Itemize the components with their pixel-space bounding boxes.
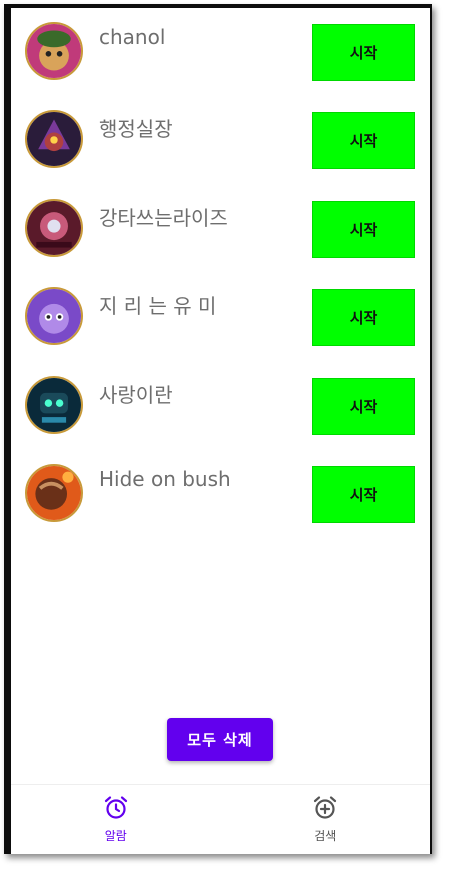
alarm-clock-icon [104,796,127,819]
avatar-image-icon [27,112,81,166]
avatar-image-icon [27,289,81,343]
summoner-name: 강타쓰는라이즈 [99,206,228,230]
bottom-navigation: 알람 검색 [11,784,430,854]
delete-all-button[interactable]: 모두 삭제 [167,718,273,761]
list-item: 사랑이란 시작 [11,362,430,435]
profile-avatar [25,287,83,345]
list-item: 지 리 는 유 미 시작 [11,273,430,346]
start-button[interactable]: 시작 [312,201,415,258]
summoner-name: 지 리 는 유 미 [99,294,217,318]
start-button[interactable]: 시작 [312,112,415,169]
list-item: 행정실장 시작 [11,96,430,169]
avatar-image-icon [27,24,81,78]
avatar-image-icon [27,466,81,520]
profile-avatar [25,376,83,434]
summoner-name: 사랑이란 [99,383,173,407]
start-button[interactable]: 시작 [312,466,415,523]
nav-label: 알람 [104,829,127,843]
list-item: 강타쓰는라이즈 시작 [11,185,430,258]
nav-label: 검색 [314,829,337,843]
add-alarm-icon [314,796,337,819]
profile-avatar [25,464,83,522]
profile-avatar [25,199,83,257]
app-screen: chanol 시작 행정실장 시작 강타쓰는라이즈 시작 지 리 는 유 미 시… [11,8,430,854]
profile-avatar [25,22,83,80]
nav-tab-alarm[interactable]: 알람 [11,785,221,854]
start-button[interactable]: 시작 [312,289,415,346]
start-button[interactable]: 시작 [312,378,415,435]
avatar-image-icon [27,201,81,255]
list-item: Hide on bush 시작 [11,450,430,523]
profile-avatar [25,110,83,168]
summoner-name: 행정실장 [99,117,173,141]
summoner-name: Hide on bush [99,467,231,491]
start-button[interactable]: 시작 [312,24,415,81]
list-item: chanol 시작 [11,8,430,81]
summoner-name: chanol [99,25,166,49]
avatar-image-icon [27,378,81,432]
nav-tab-search[interactable]: 검색 [221,785,431,854]
